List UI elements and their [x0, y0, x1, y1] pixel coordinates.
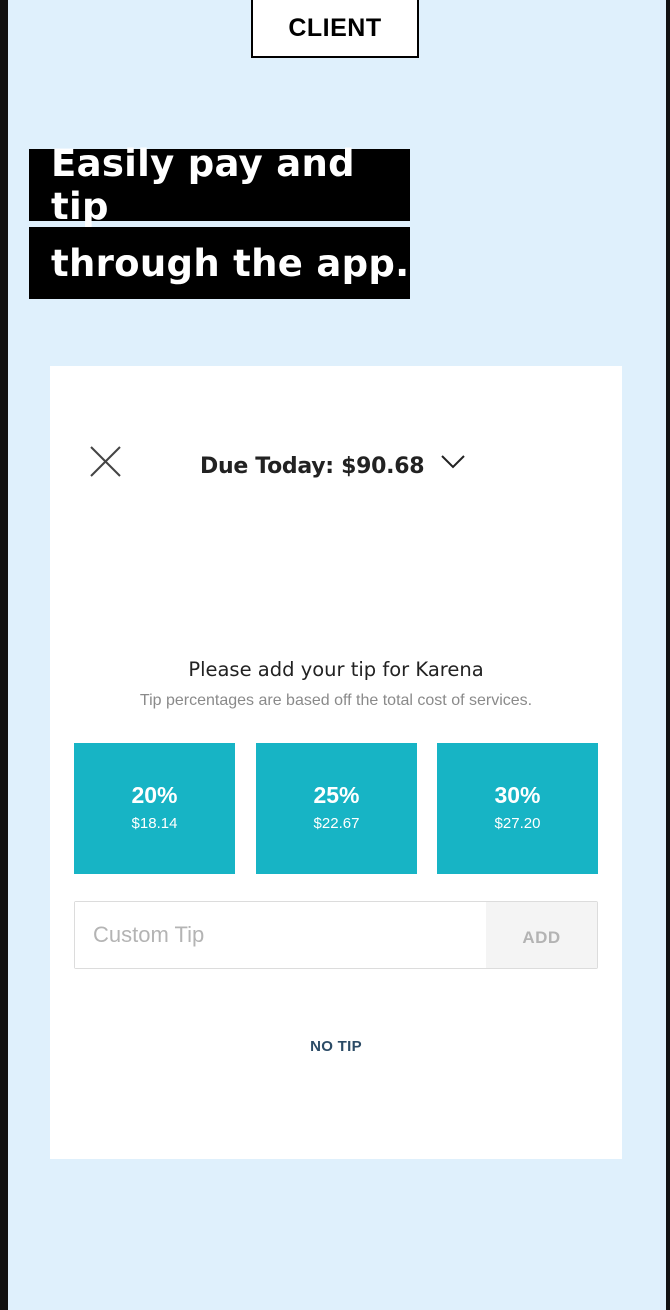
tip-option-amount: $18.14: [131, 814, 178, 832]
custom-tip-input[interactable]: [75, 902, 486, 968]
headline-line-2: through the app.: [29, 227, 410, 299]
tip-option-20[interactable]: 20% $18.14: [74, 743, 235, 874]
custom-tip-group: ADD: [74, 901, 598, 969]
tip-subtitle: Tip percentages are based off the total …: [139, 692, 533, 709]
no-tip-button[interactable]: NO TIP: [50, 1038, 622, 1055]
tip-option-percent: 30%: [494, 781, 541, 808]
tip-option-25[interactable]: 25% $22.67: [256, 743, 417, 874]
close-button[interactable]: [86, 442, 126, 482]
headline-line-1: Easily pay and tip: [29, 142, 410, 228]
due-today-label: Due Today: $90.68: [200, 453, 425, 479]
client-tag: CLIENT: [251, 0, 419, 58]
tip-option-percent: 25%: [313, 781, 360, 808]
tip-option-percent: 20%: [131, 781, 178, 808]
tip-option-amount: $22.67: [313, 814, 360, 832]
add-tip-button[interactable]: ADD: [486, 902, 597, 968]
due-today-dropdown[interactable]: Due Today: $90.68: [200, 451, 466, 481]
tip-option-amount: $27.20: [494, 814, 541, 832]
tip-title: Please add your tip for Karena: [188, 658, 484, 681]
right-edge-border: [666, 0, 670, 1310]
left-edge-border: [0, 0, 8, 1310]
chevron-down-icon: [441, 455, 465, 469]
close-icon: [90, 446, 121, 477]
tip-modal: Due Today: $90.68 Please add your tip fo…: [50, 366, 622, 1159]
tip-option-30[interactable]: 30% $27.20: [437, 743, 598, 874]
